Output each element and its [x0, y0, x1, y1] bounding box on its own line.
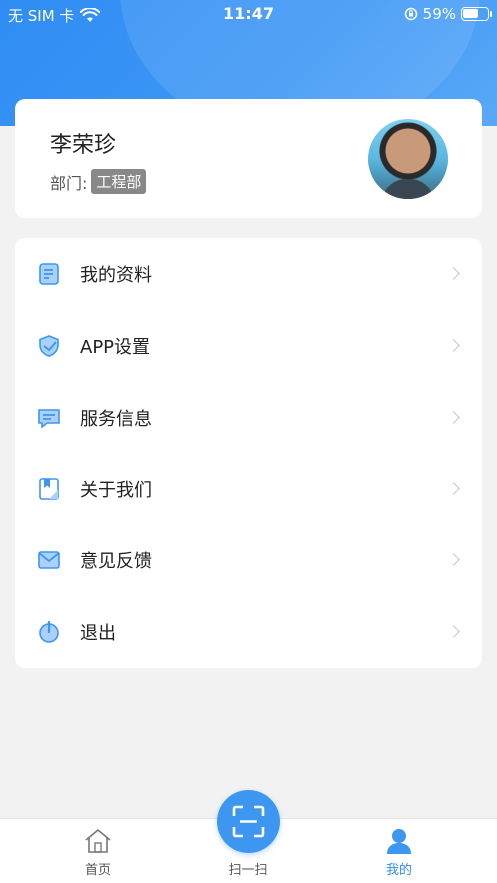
- menu-card: 我的资料 APP设置 服务信息 关于我们 意见反馈 退出: [15, 238, 482, 668]
- menu-label-app-settings: APP设置: [80, 336, 151, 358]
- user-icon: [387, 829, 411, 854]
- profile-card[interactable]: 李荣珍 部门: 工程部: [15, 99, 482, 218]
- profile-name: 李荣珍: [50, 133, 117, 158]
- menu-label-my-profile: 我的资料: [80, 264, 152, 286]
- avatar-shirt: [382, 179, 434, 199]
- scan-icon: [232, 805, 265, 838]
- tab-home[interactable]: 首页: [38, 819, 158, 883]
- profile-department: 部门: 工程部: [50, 169, 147, 194]
- tab-scan-label: 扫一扫: [228, 863, 268, 878]
- document-icon: [39, 262, 59, 285]
- chevron-right-icon: [447, 339, 460, 352]
- menu-item-app-settings[interactable]: APP设置: [15, 310, 482, 381]
- tab-mine[interactable]: 我的: [339, 819, 459, 883]
- menu-label-logout: 退出: [80, 622, 116, 644]
- menu-item-my-profile[interactable]: 我的资料: [15, 238, 482, 309]
- chevron-right-icon: [447, 482, 460, 495]
- chevron-right-icon: [447, 625, 460, 638]
- status-right: 59%: [404, 5, 492, 23]
- chevron-right-icon: [447, 553, 460, 566]
- chevron-right-icon: [447, 267, 460, 280]
- mail-icon: [38, 550, 60, 569]
- bookmark-icon: [39, 477, 59, 500]
- department-label: 部门:: [50, 173, 88, 193]
- battery-percent: 59%: [422, 5, 456, 23]
- tab-home-label: 首页: [84, 863, 111, 878]
- menu-item-service-info[interactable]: 服务信息: [15, 382, 482, 453]
- tab-mine-label: 我的: [385, 863, 412, 878]
- shield-icon: [39, 334, 59, 357]
- battery-icon: [461, 7, 492, 21]
- chevron-right-icon: [447, 411, 460, 424]
- avatar[interactable]: [368, 119, 448, 199]
- orientation-lock-icon: [404, 7, 417, 21]
- scan-button[interactable]: [217, 790, 280, 853]
- department-badge: 工程部: [91, 169, 147, 194]
- menu-label-feedback: 意见反馈: [80, 550, 152, 572]
- menu-label-service-info: 服务信息: [80, 408, 152, 430]
- power-icon: [39, 620, 59, 643]
- home-icon: [85, 829, 111, 853]
- status-bar: 无 SIM 卡 11:47 59%: [0, 0, 497, 30]
- menu-item-feedback[interactable]: 意见反馈: [15, 524, 482, 595]
- menu-item-logout[interactable]: 退出: [15, 596, 482, 667]
- message-icon: [38, 408, 60, 429]
- menu-item-about-us[interactable]: 关于我们: [15, 453, 482, 524]
- menu-label-about-us: 关于我们: [80, 479, 152, 501]
